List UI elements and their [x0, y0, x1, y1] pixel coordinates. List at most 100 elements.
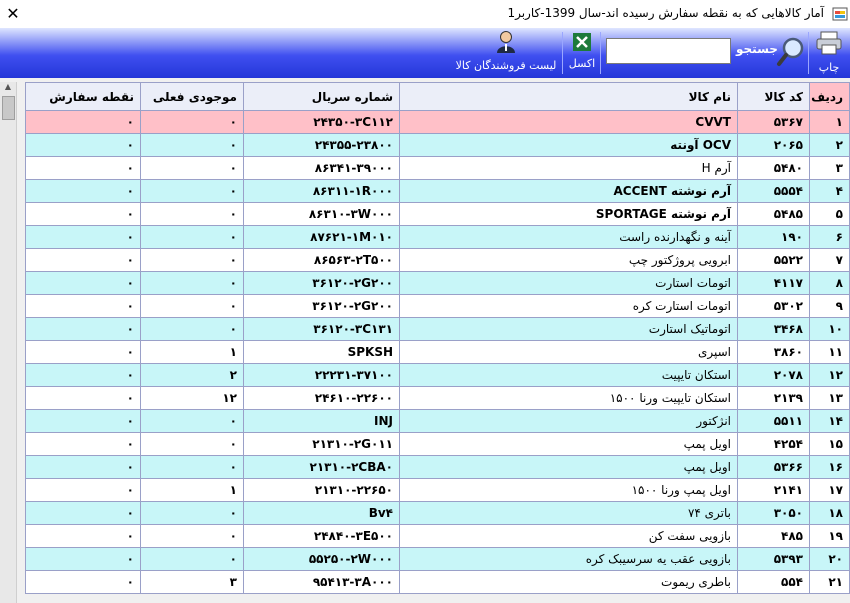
cell-stock[interactable]: ۲ [140, 363, 244, 387]
table-row[interactable]: ۱۰ ۳۴۶۸ اتوماتیک استارت ۳۶۱۲۰-۳C۱۳۱ ۰ ۰ [25, 317, 850, 341]
cell-name[interactable]: باطری ریموت [399, 570, 738, 594]
cell-code[interactable]: ۲۱۳۹ [737, 386, 810, 410]
table-row[interactable]: ۱۷ ۲۱۴۱ اویل پمپ ورنا ۱۵۰۰ ۲۱۳۱۰-۲۲۶۵۰ ۱ ۰ [25, 478, 850, 502]
cell-stock[interactable]: ۰ [140, 133, 244, 157]
cell-row[interactable]: ۱۰ [809, 317, 850, 341]
cell-serial[interactable]: ۵۵۲۵۰-۲W۰۰۰ [243, 547, 400, 571]
cell-code[interactable]: ۳۸۶۰ [737, 340, 810, 364]
cell-order-point[interactable]: ۰ [25, 455, 141, 479]
cell-code[interactable]: ۵۵۱۱ [737, 409, 810, 433]
cell-order-point[interactable]: ۰ [25, 432, 141, 456]
close-icon[interactable]: ✕ [0, 0, 26, 28]
header-name[interactable]: نام کالا [399, 82, 738, 111]
cell-serial[interactable]: ۹۵۴۱۳-۳A۰۰۰ [243, 570, 400, 594]
cell-order-point[interactable]: ۰ [25, 547, 141, 571]
cell-stock[interactable]: ۰ [140, 110, 244, 134]
cell-row[interactable]: ۱۸ [809, 501, 850, 525]
cell-serial[interactable]: ۲۴۳۵۰-۳C۱۱۲ [243, 110, 400, 134]
cell-name[interactable]: اویل پمپ [399, 455, 738, 479]
table-row[interactable]: ۱۸ ۳۰۵۰ باتری ۷۴ Bv۴ ۰ ۰ [25, 501, 850, 525]
table-row[interactable]: ۱۲ ۲۰۷۸ استکان تایپیت ۲۲۲۳۱-۳۷۱۰۰ ۲ ۰ [25, 363, 850, 387]
cell-serial[interactable]: ۸۷۶۲۱-۱M۰۱۰ [243, 225, 400, 249]
cell-code[interactable]: ۵۳۶۶ [737, 455, 810, 479]
table-row[interactable]: ۱۶ ۵۳۶۶ اویل پمپ ۲۱۳۱۰-۲CBA۰ ۰ ۰ [25, 455, 850, 479]
cell-serial[interactable]: ۳۶۱۲۰-۳C۱۳۱ [243, 317, 400, 341]
cell-code[interactable]: ۳۰۵۰ [737, 501, 810, 525]
cell-order-point[interactable]: ۰ [25, 317, 141, 341]
cell-order-point[interactable]: ۰ [25, 570, 141, 594]
cell-row[interactable]: ۷ [809, 248, 850, 272]
cell-order-point[interactable]: ۰ [25, 133, 141, 157]
cell-order-point[interactable]: ۰ [25, 179, 141, 203]
cell-order-point[interactable]: ۰ [25, 202, 141, 226]
suppliers-list-button[interactable]: لیست فروشندگان کالا [452, 30, 560, 72]
cell-name[interactable]: OCV آونته [399, 133, 738, 157]
table-row[interactable]: ۷ ۵۵۲۲ ابرویی پروژکتور چپ ۸۶۵۶۳-۲T۵۰۰ ۰ ۰ [25, 248, 850, 272]
scroll-up-icon[interactable]: ▲ [0, 82, 16, 95]
vertical-scrollbar[interactable]: ▲ [0, 82, 17, 603]
cell-code[interactable]: ۴۸۵ [737, 524, 810, 548]
cell-order-point[interactable]: ۰ [25, 340, 141, 364]
cell-order-point[interactable]: ۰ [25, 386, 141, 410]
excel-button[interactable]: اکسل [566, 32, 598, 70]
cell-name[interactable]: آینه و نگهدارنده راست [399, 225, 738, 249]
cell-order-point[interactable]: ۰ [25, 363, 141, 387]
search-input[interactable] [606, 38, 731, 64]
table-row[interactable]: ۵ ۵۴۸۵ آرم نوشته SPORTAGE ۸۶۳۱۰-۳W۰۰۰ ۰ ۰ [25, 202, 850, 226]
cell-order-point[interactable]: ۰ [25, 294, 141, 318]
table-row[interactable]: ۱۳ ۲۱۳۹ استکان تایپیت ورنا ۱۵۰۰ ۲۴۶۱۰-۲۲۶۰۰… [25, 386, 850, 410]
cell-serial[interactable]: ۸۶۵۶۳-۲T۵۰۰ [243, 248, 400, 272]
cell-stock[interactable]: ۰ [140, 455, 244, 479]
table-row[interactable]: ۱ ۵۳۶۷ CVVT ۲۴۳۵۰-۳C۱۱۲ ۰ ۰ [25, 110, 850, 134]
header-code[interactable]: کد کالا [737, 82, 810, 111]
cell-row[interactable]: ۵ [809, 202, 850, 226]
cell-serial[interactable]: INJ [243, 409, 400, 433]
cell-row[interactable]: ۱۹ [809, 524, 850, 548]
table-row[interactable]: ۶ ۱۹۰ آینه و نگهدارنده راست ۸۷۶۲۱-۱M۰۱۰ ۰ ۰ [25, 225, 850, 249]
cell-code[interactable]: ۵۴۸۵ [737, 202, 810, 226]
cell-order-point[interactable]: ۰ [25, 478, 141, 502]
cell-row[interactable]: ۱ [809, 110, 850, 134]
cell-code[interactable]: ۵۳۶۷ [737, 110, 810, 134]
cell-row[interactable]: ۱۱ [809, 340, 850, 364]
cell-order-point[interactable]: ۰ [25, 110, 141, 134]
cell-code[interactable]: ۵۳۹۳ [737, 547, 810, 571]
cell-stock[interactable]: ۱ [140, 478, 244, 502]
cell-name[interactable]: باتری ۷۴ [399, 501, 738, 525]
table-row[interactable]: ۱۱ ۳۸۶۰ اسپری SPKSH ۱ ۰ [25, 340, 850, 364]
header-row-number[interactable]: ردیف [809, 82, 850, 111]
cell-code[interactable]: ۵۵۴ [737, 570, 810, 594]
cell-code[interactable]: ۵۵۲۲ [737, 248, 810, 272]
cell-serial[interactable]: SPKSH [243, 340, 400, 364]
cell-stock[interactable]: ۱ [140, 340, 244, 364]
cell-code[interactable]: ۵۴۸۰ [737, 156, 810, 180]
cell-name[interactable]: انژکتور [399, 409, 738, 433]
cell-serial[interactable]: ۲۴۳۵۵-۲۳۸۰۰ [243, 133, 400, 157]
cell-stock[interactable]: ۰ [140, 547, 244, 571]
cell-stock[interactable]: ۰ [140, 202, 244, 226]
cell-stock[interactable]: ۳ [140, 570, 244, 594]
cell-order-point[interactable]: ۰ [25, 248, 141, 272]
cell-order-point[interactable]: ۰ [25, 156, 141, 180]
cell-stock[interactable]: ۰ [140, 271, 244, 295]
table-row[interactable]: ۹ ۵۳۰۲ اتومات استارت کره ۳۶۱۲۰-۲G۲۰۰ ۰ ۰ [25, 294, 850, 318]
cell-stock[interactable]: ۰ [140, 225, 244, 249]
cell-name[interactable]: اتومات استارت کره [399, 294, 738, 318]
cell-stock[interactable]: ۰ [140, 317, 244, 341]
cell-stock[interactable]: ۰ [140, 294, 244, 318]
cell-serial[interactable]: ۲۱۳۱۰-۲G۰۱۱ [243, 432, 400, 456]
cell-name[interactable]: اتومات استارت [399, 271, 738, 295]
cell-serial[interactable]: ۸۶۳۴۱-۳۹۰۰۰ [243, 156, 400, 180]
cell-stock[interactable]: ۰ [140, 524, 244, 548]
cell-code[interactable]: ۵۳۰۲ [737, 294, 810, 318]
table-row[interactable]: ۳ ۵۴۸۰ آرم H ۸۶۳۴۱-۳۹۰۰۰ ۰ ۰ [25, 156, 850, 180]
cell-order-point[interactable]: ۰ [25, 225, 141, 249]
cell-name[interactable]: بازویی سفت کن [399, 524, 738, 548]
cell-order-point[interactable]: ۰ [25, 409, 141, 433]
cell-order-point[interactable]: ۰ [25, 271, 141, 295]
cell-name[interactable]: اسپری [399, 340, 738, 364]
table-row[interactable]: ۲۰ ۵۳۹۳ بازویی عقب یه سرسیبک کره ۵۵۲۵۰-۲W۰۰… [25, 547, 850, 571]
cell-row[interactable]: ۹ [809, 294, 850, 318]
table-row[interactable]: ۱۹ ۴۸۵ بازویی سفت کن ۲۴۸۴۰-۳E۵۰۰ ۰ ۰ [25, 524, 850, 548]
cell-name[interactable]: آرم H [399, 156, 738, 180]
